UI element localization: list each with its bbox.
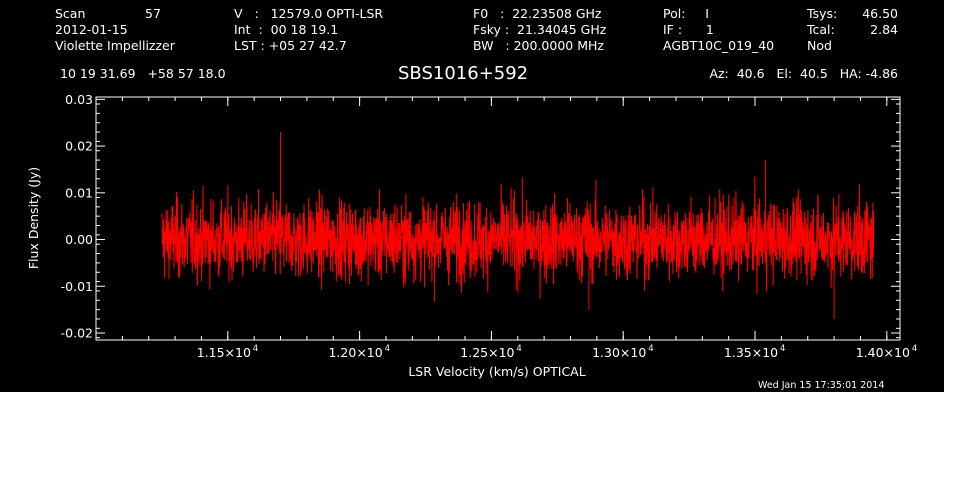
x-tick-exponent: 4 bbox=[385, 344, 390, 354]
spectrum-trace bbox=[161, 176, 875, 302]
x-tick-exponent: 4 bbox=[516, 344, 521, 354]
y-tick-label: 0.02 bbox=[65, 139, 93, 154]
x-tick-label: 1.30×10 bbox=[592, 345, 646, 360]
x-tick-label: 1.20×10 bbox=[328, 345, 382, 360]
x-tick-label: 1.25×10 bbox=[460, 345, 514, 360]
x-tick-exponent: 4 bbox=[780, 344, 785, 354]
spectrum-chart: 1.15×10 4 1.20×10 4 1.25×10 4 1.30×10 4 1.35×10 4… bbox=[26, 92, 917, 379]
x-tick-label: 1.35×10 bbox=[724, 345, 778, 360]
plot-timestamp: Wed Jan 15 17:35:01 2014 bbox=[758, 380, 885, 391]
y-tick-label: 0.01 bbox=[65, 185, 93, 200]
y-axis-label: Flux Density (Jy) bbox=[26, 167, 41, 269]
x-tick-label: 1.15×10 bbox=[197, 345, 251, 360]
trace-layer bbox=[161, 132, 875, 319]
plot-panel: Scan 57 2012-01-15 Violette Impellizzer … bbox=[0, 0, 944, 392]
y-tick-label: 0.00 bbox=[65, 232, 93, 247]
x-axis-label: LSR Velocity (km/s) OPTICAL bbox=[408, 364, 585, 379]
y-tick-label: 0.03 bbox=[65, 92, 93, 107]
x-tick-label: 1.40×10 bbox=[856, 345, 910, 360]
x-tick-exponent: 4 bbox=[648, 344, 653, 354]
y-tick-label: -0.02 bbox=[61, 325, 93, 340]
x-tick-exponent: 4 bbox=[912, 344, 917, 354]
x-tick-exponent: 4 bbox=[253, 344, 258, 354]
y-tick-label: -0.01 bbox=[61, 279, 93, 294]
